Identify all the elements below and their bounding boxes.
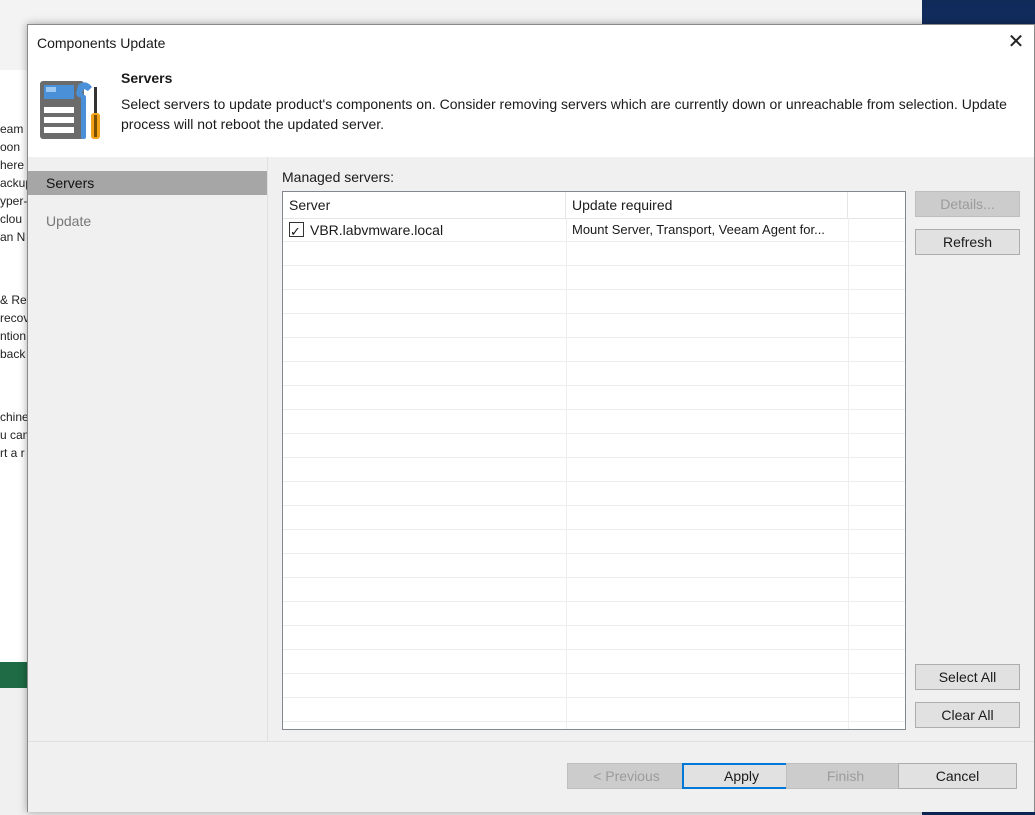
background-text: back [0,347,26,361]
dialog-title: Components Update [37,35,166,51]
apply-button[interactable]: Apply [682,763,801,789]
managed-servers-label: Managed servers: [282,169,395,185]
background-text: here [0,158,25,172]
background-text: oon [0,140,21,154]
components-update-dialog: Components Update ✕ Servers Select serve… [27,24,1035,812]
close-button[interactable]: ✕ [1004,31,1028,55]
cancel-button[interactable]: Cancel [898,763,1017,789]
empty-row [283,410,905,434]
servers-page: Managed servers: Server Update required … [268,157,1034,741]
grid-header: Server Update required [283,192,905,219]
empty-row [283,554,905,578]
step-servers[interactable]: Servers [28,171,267,195]
empty-row [283,242,905,266]
wizard-steps: Servers Update [28,157,268,741]
empty-row [283,626,905,650]
update-required-cell: Mount Server, Transport, Veeam Agent for… [572,222,825,237]
wizard-footer: < Previous Apply Finish Cancel [28,741,1034,812]
empty-row [283,386,905,410]
server-checkbox[interactable] [289,220,304,242]
step-update[interactable]: Update [28,209,267,233]
servers-grid[interactable]: Server Update required VBR.labvmware.loc… [282,191,906,730]
background-text: eam [0,122,24,136]
background-green-bar [0,662,30,688]
column-header-filler [848,192,905,218]
empty-row [283,266,905,290]
background-text: an N [0,230,26,244]
empty-row [283,698,905,722]
wizard-header: Servers Select servers to update product… [28,61,1034,157]
column-header-update-required[interactable]: Update required [566,192,848,218]
empty-row [283,578,905,602]
empty-row [283,650,905,674]
empty-row [283,530,905,554]
previous-button[interactable]: < Previous [567,763,686,789]
empty-row [283,290,905,314]
empty-row [283,506,905,530]
background-text: & Rep [0,293,28,307]
empty-row [283,674,905,698]
header-description: Select servers to update product's compo… [121,96,1007,132]
background-text: recov [0,311,28,325]
empty-row [283,482,905,506]
empty-row [283,338,905,362]
empty-row [283,434,905,458]
select-all-button[interactable]: Select All [915,664,1020,690]
table-row[interactable]: VBR.labvmware.local Mount Server, Transp… [283,218,905,242]
background-text: chine [0,410,28,424]
column-header-server[interactable]: Server [283,192,566,218]
background-text: clou [0,212,23,226]
background-text: ackup [0,176,28,190]
empty-row [283,602,905,626]
empty-row [283,362,905,386]
background-text: yper- [0,194,28,208]
background-text: u can [0,428,28,442]
header-title: Servers [121,70,173,86]
clear-all-button[interactable]: Clear All [915,702,1020,728]
server-cell: VBR.labvmware.local [289,218,564,242]
background-text: ntion [0,329,27,343]
empty-row [283,314,905,338]
empty-row [283,458,905,482]
background-text: rt a r [0,446,25,460]
finish-button[interactable]: Finish [786,763,905,789]
title-bar: Components Update ✕ [28,25,1034,61]
refresh-button[interactable]: Refresh [915,229,1020,255]
details-button[interactable]: Details... [915,191,1020,217]
server-name: VBR.labvmware.local [310,222,444,238]
server-tools-icon [40,81,100,139]
